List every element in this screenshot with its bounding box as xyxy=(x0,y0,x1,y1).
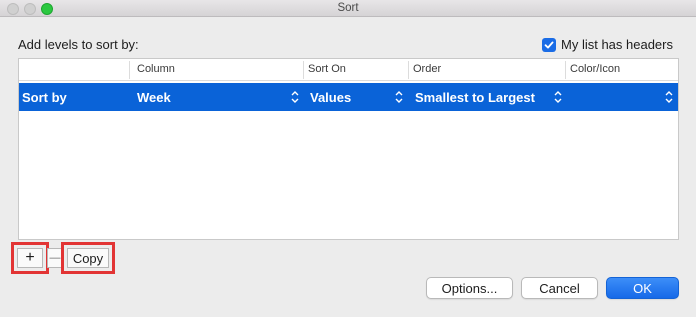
window-title: Sort xyxy=(337,2,359,14)
checkmark-icon xyxy=(544,41,554,48)
table-row[interactable]: Sort by Week Values Smallest to Largest xyxy=(19,83,678,111)
title-bar: Sort xyxy=(0,0,696,17)
headers-checkbox-group[interactable]: My list has headers xyxy=(542,37,673,52)
cancel-button[interactable]: Cancel xyxy=(521,277,598,299)
column-select[interactable]: Week xyxy=(137,90,171,105)
headers-checkbox-label: My list has headers xyxy=(561,37,673,52)
sort-on-select[interactable]: Values xyxy=(310,90,351,105)
options-button[interactable]: Options... xyxy=(426,277,513,299)
copy-level-button[interactable]: Copy xyxy=(67,248,109,268)
header-color-icon: Color/Icon xyxy=(570,63,621,75)
sort-levels-table: Column Sort On Order Color/Icon Sort by … xyxy=(18,58,679,240)
row-label: Sort by xyxy=(22,90,67,105)
sort-levels-prompt: Add levels to sort by: xyxy=(18,37,139,52)
table-header: Column Sort On Order Color/Icon xyxy=(19,59,678,81)
column-divider xyxy=(129,61,130,79)
header-order: Order xyxy=(413,63,442,75)
order-select-stepper-icon[interactable] xyxy=(553,88,563,106)
column-divider xyxy=(565,61,566,79)
order-select[interactable]: Smallest to Largest xyxy=(415,90,535,105)
header-sort-on: Sort On xyxy=(308,63,346,75)
color-icon-select-stepper-icon[interactable] xyxy=(664,88,674,106)
column-divider xyxy=(303,61,304,79)
column-divider xyxy=(408,61,409,79)
sort-on-select-stepper-icon[interactable] xyxy=(394,88,404,106)
column-select-stepper-icon[interactable] xyxy=(290,88,300,106)
ok-button[interactable]: OK xyxy=(606,277,679,299)
header-column: Column xyxy=(137,63,175,75)
headers-checkbox[interactable] xyxy=(542,37,556,52)
add-level-button[interactable]: + xyxy=(17,248,43,268)
